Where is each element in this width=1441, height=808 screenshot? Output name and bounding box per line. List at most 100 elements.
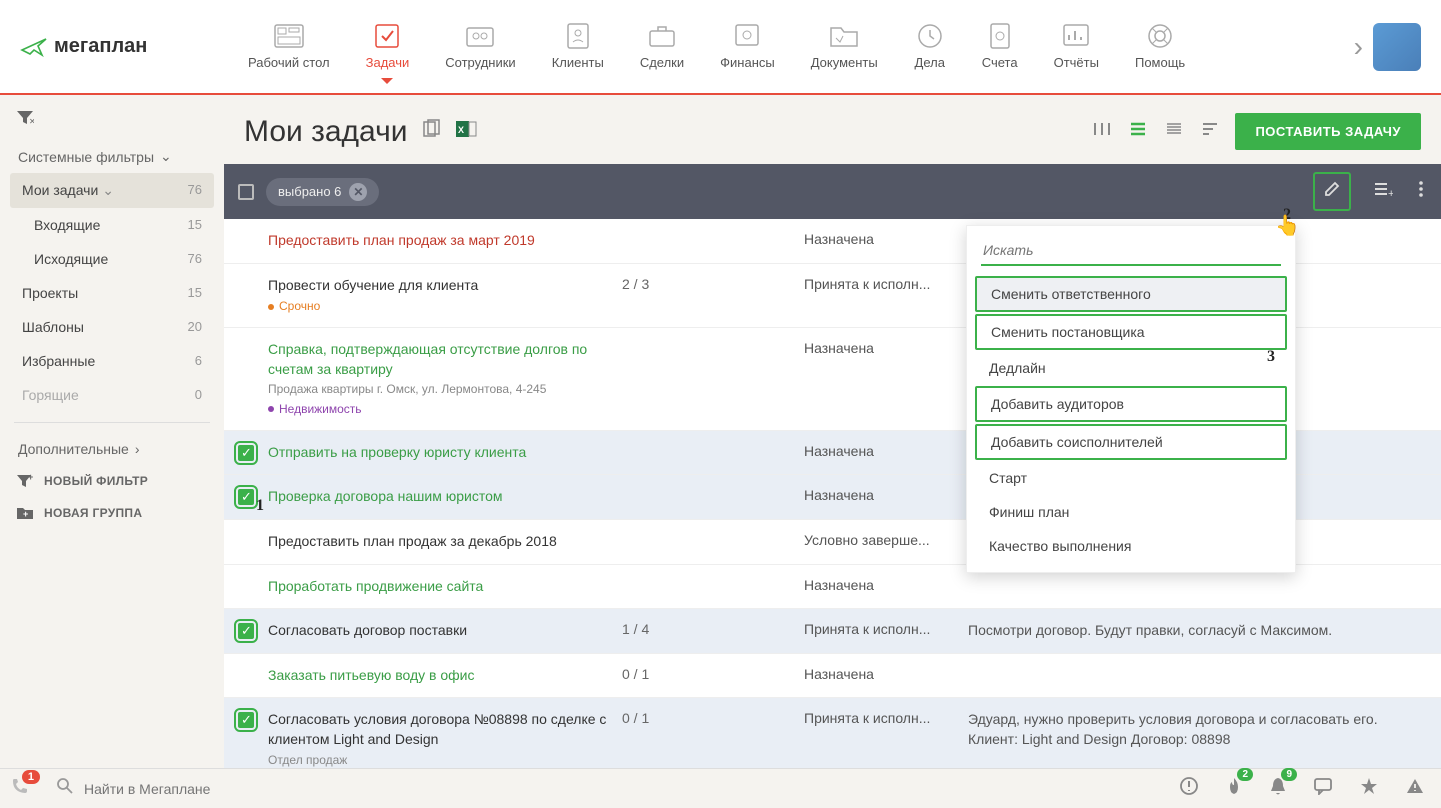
create-task-button[interactable]: ПОСТАВИТЬ ЗАДАЧУ (1235, 113, 1421, 150)
task-checkbox[interactable] (238, 534, 254, 550)
nav-invoices[interactable]: Счета (964, 23, 1036, 70)
new-filter-button[interactable]: +НОВЫЙ ФИЛЬТР (10, 465, 214, 497)
content-header: Мои задачи X ПОСТАВИТЬ ЗАДАЧУ (224, 95, 1441, 164)
selection-label: выбрано 6 (278, 184, 341, 199)
clear-selection-icon[interactable]: ✕ (349, 183, 367, 201)
task-checkbox[interactable] (238, 712, 254, 728)
sidebar-item-burning[interactable]: Горящие0 (10, 378, 214, 412)
copy-icon[interactable] (421, 119, 441, 144)
task-checkbox[interactable] (238, 623, 254, 639)
chat-icon[interactable] (1313, 777, 1333, 800)
side-count: 76 (188, 251, 202, 267)
nav-help[interactable]: Помощь (1117, 23, 1203, 70)
cursor-pointer-icon: 👆 (1275, 213, 1300, 238)
nav-docs[interactable]: Документы (793, 23, 896, 70)
sidebar-item-outgoing[interactable]: Исходящие 76 (10, 242, 214, 276)
filter-toggle-icon[interactable]: ✕ (10, 109, 214, 140)
view-columns-icon[interactable] (1091, 119, 1113, 144)
dropdown-search-input[interactable] (981, 236, 1281, 266)
task-main: Провести обучение для клиентаСрочно (268, 276, 608, 315)
task-checkbox[interactable] (238, 579, 254, 595)
selection-pill: выбрано 6 ✕ (266, 178, 379, 206)
side-count: 15 (188, 217, 202, 233)
footer-search-input[interactable] (84, 781, 1153, 797)
nav-label: Финансы (720, 55, 775, 70)
nav-deals[interactable]: Сделки (622, 23, 702, 70)
task-description: Эдуард, нужно проверить условия договора… (968, 710, 1427, 749)
sidebar-item-my-tasks[interactable]: Мои задачи ⌄76 (10, 173, 214, 208)
nav-label: Документы (811, 55, 878, 70)
dropdown-item[interactable]: Сменить постановщика (975, 314, 1287, 350)
sidebar-item-incoming[interactable]: Входящие15 (10, 208, 214, 242)
task-checkbox[interactable] (238, 489, 254, 505)
task-row[interactable]: Заказать питьевую воду в офис0 / 1Назнач… (224, 654, 1441, 699)
star-icon[interactable] (1359, 776, 1379, 801)
bell-icon[interactable]: 9 (1269, 776, 1287, 801)
sidebar-item-projects[interactable]: Проекты15 (10, 276, 214, 310)
task-checkbox[interactable] (238, 278, 254, 294)
task-row[interactable]: Согласовать договор поставки1 / 4Принята… (224, 609, 1441, 654)
alert-circle-icon[interactable] (1179, 776, 1199, 801)
add-to-list-icon[interactable]: + (1369, 177, 1397, 206)
task-tag: Срочно (268, 298, 608, 315)
group-label: Дополнительные (18, 441, 129, 457)
fire-icon[interactable]: 2 (1225, 776, 1243, 801)
dropdown-item[interactable]: Добавить аудиторов (975, 386, 1287, 422)
additional-group[interactable]: Дополнительные› (10, 433, 214, 465)
side-count: 20 (188, 319, 202, 335)
dropdown-item[interactable]: Финиш план (975, 496, 1287, 528)
new-group-button[interactable]: +НОВАЯ ГРУППА (10, 497, 214, 529)
sidebar-item-templates[interactable]: Шаблоны 20 (10, 310, 214, 344)
side-label: Шаблоны (22, 319, 84, 335)
dropdown-item[interactable]: Сменить ответственного (975, 276, 1287, 312)
nav-employees[interactable]: Сотрудники (427, 23, 533, 70)
nav-finance[interactable]: Финансы (702, 23, 793, 70)
edit-selection-icon[interactable] (1313, 172, 1351, 211)
tasks-icon (371, 23, 403, 49)
nav-desktop[interactable]: Рабочий стол (230, 23, 348, 70)
dropdown-item[interactable]: Дедлайн (975, 352, 1287, 384)
more-actions-icon[interactable] (1415, 176, 1427, 207)
nav-clients[interactable]: Клиенты (534, 23, 622, 70)
view-compact-icon[interactable] (1163, 119, 1185, 144)
warning-icon[interactable] (1405, 777, 1425, 800)
dropdown-item[interactable]: Добавить соисполнителей (975, 424, 1287, 460)
dropdown-item[interactable]: Старт (975, 462, 1287, 494)
phone-icon[interactable]: 1 (10, 776, 30, 801)
nav-tasks[interactable]: Задачи (348, 23, 428, 70)
system-filters-group[interactable]: Системные фильтры⌄ (10, 140, 214, 173)
task-title: Предоставить план продаж за декабрь 2018 (268, 532, 608, 552)
task-checkbox[interactable] (238, 233, 254, 249)
task-row[interactable]: Согласовать условия договора №08898 по с… (224, 698, 1441, 768)
side-label: Горящие (22, 387, 79, 403)
task-main: Справка, подтверждающая отсутствие долго… (268, 340, 608, 418)
task-checkbox[interactable] (238, 668, 254, 684)
folder-plus-icon: + (16, 505, 34, 521)
lifebuoy-icon (1144, 23, 1176, 49)
dropdown-item[interactable]: Качество выполнения (975, 530, 1287, 562)
excel-export-icon[interactable]: X (455, 119, 477, 144)
nav-affairs[interactable]: Дела (896, 23, 964, 70)
select-all-checkbox[interactable] (238, 184, 254, 200)
annotation-3: 3 (1267, 348, 1275, 366)
sidebar-item-favorites[interactable]: Избранные6 (10, 344, 214, 378)
divider (14, 422, 210, 423)
safe-icon (731, 23, 763, 49)
nav-label: Отчёты (1054, 55, 1099, 70)
logo[interactable]: мегаплан (20, 35, 230, 58)
task-main: Заказать питьевую воду в офис (268, 666, 608, 686)
user-avatar[interactable] (1373, 23, 1421, 71)
footer-bar: 1 2 9 (0, 768, 1441, 808)
task-main: Согласовать условия договора №08898 по с… (268, 710, 608, 768)
nav-reports[interactable]: Отчёты (1036, 23, 1117, 70)
task-checkbox[interactable] (238, 445, 254, 461)
briefcase-icon (646, 23, 678, 49)
view-list-icon[interactable] (1127, 119, 1149, 144)
task-status: Назначена (804, 443, 954, 459)
task-progress: 1 / 4 (622, 621, 752, 637)
task-checkbox[interactable] (238, 342, 254, 358)
side-label: Исходящие (34, 251, 108, 267)
nav-label: Сделки (640, 55, 684, 70)
view-sort-icon[interactable] (1199, 119, 1221, 144)
nav-more-arrow[interactable]: › (1344, 31, 1373, 63)
